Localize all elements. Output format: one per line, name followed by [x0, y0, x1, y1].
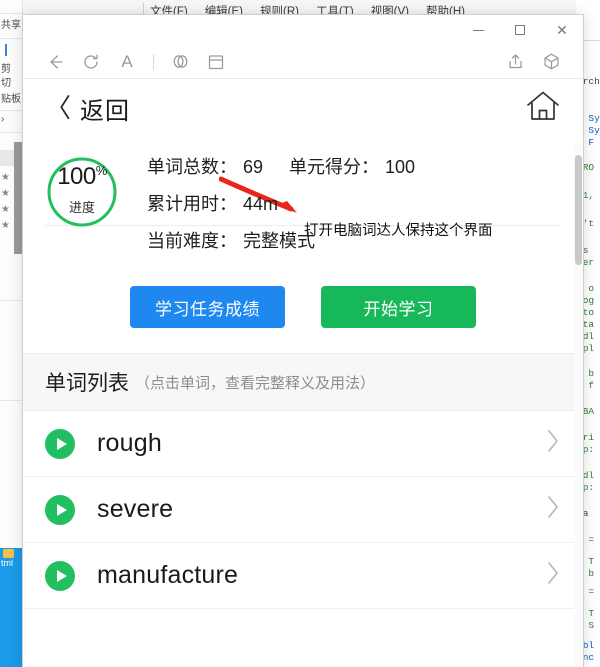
- divider: [0, 13, 22, 14]
- chevron-right-icon[interactable]: [545, 560, 561, 591]
- close-icon: ✕: [556, 22, 568, 38]
- left-fragment-chevron: ›: [1, 114, 5, 125]
- table-row[interactable]: rough: [23, 411, 583, 477]
- stat-row-difficulty: 当前难度： 完整模式: [147, 227, 415, 253]
- page-nav-row: 〈 返回: [23, 79, 583, 137]
- left-file-selection[interactable]: [0, 582, 22, 667]
- left-fragment-star: ★: [1, 172, 10, 183]
- word-label: rough: [97, 429, 162, 457]
- table-row[interactable]: manufacture: [23, 543, 583, 609]
- screen-root: 文件(F) 编辑(E) 规则(R) 工具(T) 视图(V) 帮助(H) 共享 剪…: [0, 0, 600, 667]
- page-content: 〈 返回 打开电脑词达人保持这个界面 100% 进度 单词总数： 69 单元得分…: [23, 79, 583, 667]
- left-file-label: tml: [1, 558, 13, 568]
- study-scores-button[interactable]: 学习任务成绩: [130, 286, 285, 328]
- chevron-left-icon: 〈: [45, 93, 72, 123]
- font-size-icon[interactable]: A: [109, 47, 145, 77]
- word-label: manufacture: [97, 561, 239, 589]
- progress-ring: 100% 进度: [45, 155, 119, 229]
- left-scrollbar-thumb[interactable]: [14, 142, 22, 254]
- divider: [0, 300, 22, 301]
- window-title-bar: ✕: [23, 15, 583, 45]
- left-selected-row[interactable]: [0, 150, 14, 166]
- stat-value-total-words: 69: [243, 157, 264, 177]
- stat-key-total-time: 累计用时：: [147, 194, 237, 214]
- back-button[interactable]: 〈 返回: [45, 91, 130, 126]
- left-fragment-share: 共享: [1, 20, 21, 31]
- word-label: severe: [97, 495, 174, 523]
- chevron-right-icon[interactable]: [545, 428, 561, 459]
- divider: [0, 38, 22, 39]
- background-left-panel: 共享 剪 切 贴板 › ★ ★ ★ ★ tml: [0, 0, 23, 667]
- app-window: ✕ A 〈 返回 打开电脑词达人保持这个界面 100% 进度 单词总数： 69 …: [22, 14, 584, 667]
- stat-value-total-time: 44m: [243, 194, 279, 214]
- progress-label: 进度: [68, 200, 95, 215]
- stat-key-unit-score: 单元得分：: [289, 157, 380, 177]
- stat-key-difficulty: 当前难度：: [147, 231, 237, 251]
- start-study-button[interactable]: 开始学习: [321, 286, 476, 328]
- left-fragment-clipboard: 贴板: [1, 94, 21, 105]
- left-fragment-star: ★: [1, 220, 10, 231]
- refresh-icon[interactable]: [73, 47, 109, 77]
- play-icon[interactable]: [45, 494, 75, 525]
- divider: [0, 132, 22, 133]
- divider: [0, 400, 22, 401]
- chevron-right-icon[interactable]: [545, 494, 561, 525]
- stat-key-total-words: 单词总数：: [147, 157, 237, 177]
- file-icon: [3, 549, 14, 558]
- cube-icon[interactable]: [533, 47, 569, 77]
- table-row[interactable]: severe: [23, 477, 583, 543]
- stat-value-unit-score: 100: [385, 157, 416, 177]
- minimize-icon: [472, 29, 484, 31]
- stat-lines: 单词总数： 69 单元得分： 100 累计用时： 44m 当前难度： 完整模式: [147, 151, 415, 264]
- progress-percent-value: 100: [57, 163, 96, 190]
- left-fragment-cut1: 剪: [1, 64, 11, 75]
- progress-percent-symbol: %: [95, 163, 108, 178]
- back-button-label: 返回: [80, 97, 131, 125]
- toolbar-divider: [153, 53, 154, 70]
- word-list-title: 单词列表: [45, 372, 129, 395]
- left-fragment-cut2: 切: [1, 78, 11, 89]
- layout-icon[interactable]: [198, 47, 234, 77]
- word-list-subtitle: （点击单词，查看完整释义及用法）: [135, 374, 376, 392]
- stat-value-difficulty: 完整模式: [243, 231, 315, 251]
- minimize-button[interactable]: [457, 16, 499, 45]
- stat-row-time: 累计用时： 44m: [147, 190, 415, 216]
- left-fragment-star: ★: [1, 188, 10, 199]
- maximize-button[interactable]: [499, 16, 541, 45]
- app-scrollbar[interactable]: [574, 143, 583, 667]
- play-icon[interactable]: [45, 560, 75, 591]
- link-icon[interactable]: [162, 47, 198, 77]
- stats-section: 100% 进度 单词总数： 69 单元得分： 100 累计用时： 44m 当前难…: [23, 137, 583, 264]
- back-arrow-icon[interactable]: [37, 47, 73, 77]
- play-icon[interactable]: [45, 428, 75, 459]
- stat-row-words: 单词总数： 69 单元得分： 100: [147, 153, 415, 179]
- progress-percent: 100%: [45, 163, 119, 191]
- app-toolbar: A: [23, 45, 583, 79]
- divider: [0, 110, 22, 111]
- left-file-item[interactable]: tml: [0, 548, 22, 582]
- share-icon[interactable]: [497, 47, 533, 77]
- maximize-icon: [515, 25, 525, 35]
- left-fragment-star: ★: [1, 204, 10, 215]
- word-list-header: 单词列表 （点击单词，查看完整释义及用法）: [23, 353, 583, 411]
- left-marker: [5, 44, 7, 56]
- app-scrollbar-thumb[interactable]: [575, 155, 582, 265]
- home-icon[interactable]: [525, 89, 561, 128]
- action-button-row: 学习任务成绩 开始学习: [23, 264, 583, 328]
- font-size-letter: A: [121, 51, 133, 71]
- close-button[interactable]: ✕: [541, 16, 583, 45]
